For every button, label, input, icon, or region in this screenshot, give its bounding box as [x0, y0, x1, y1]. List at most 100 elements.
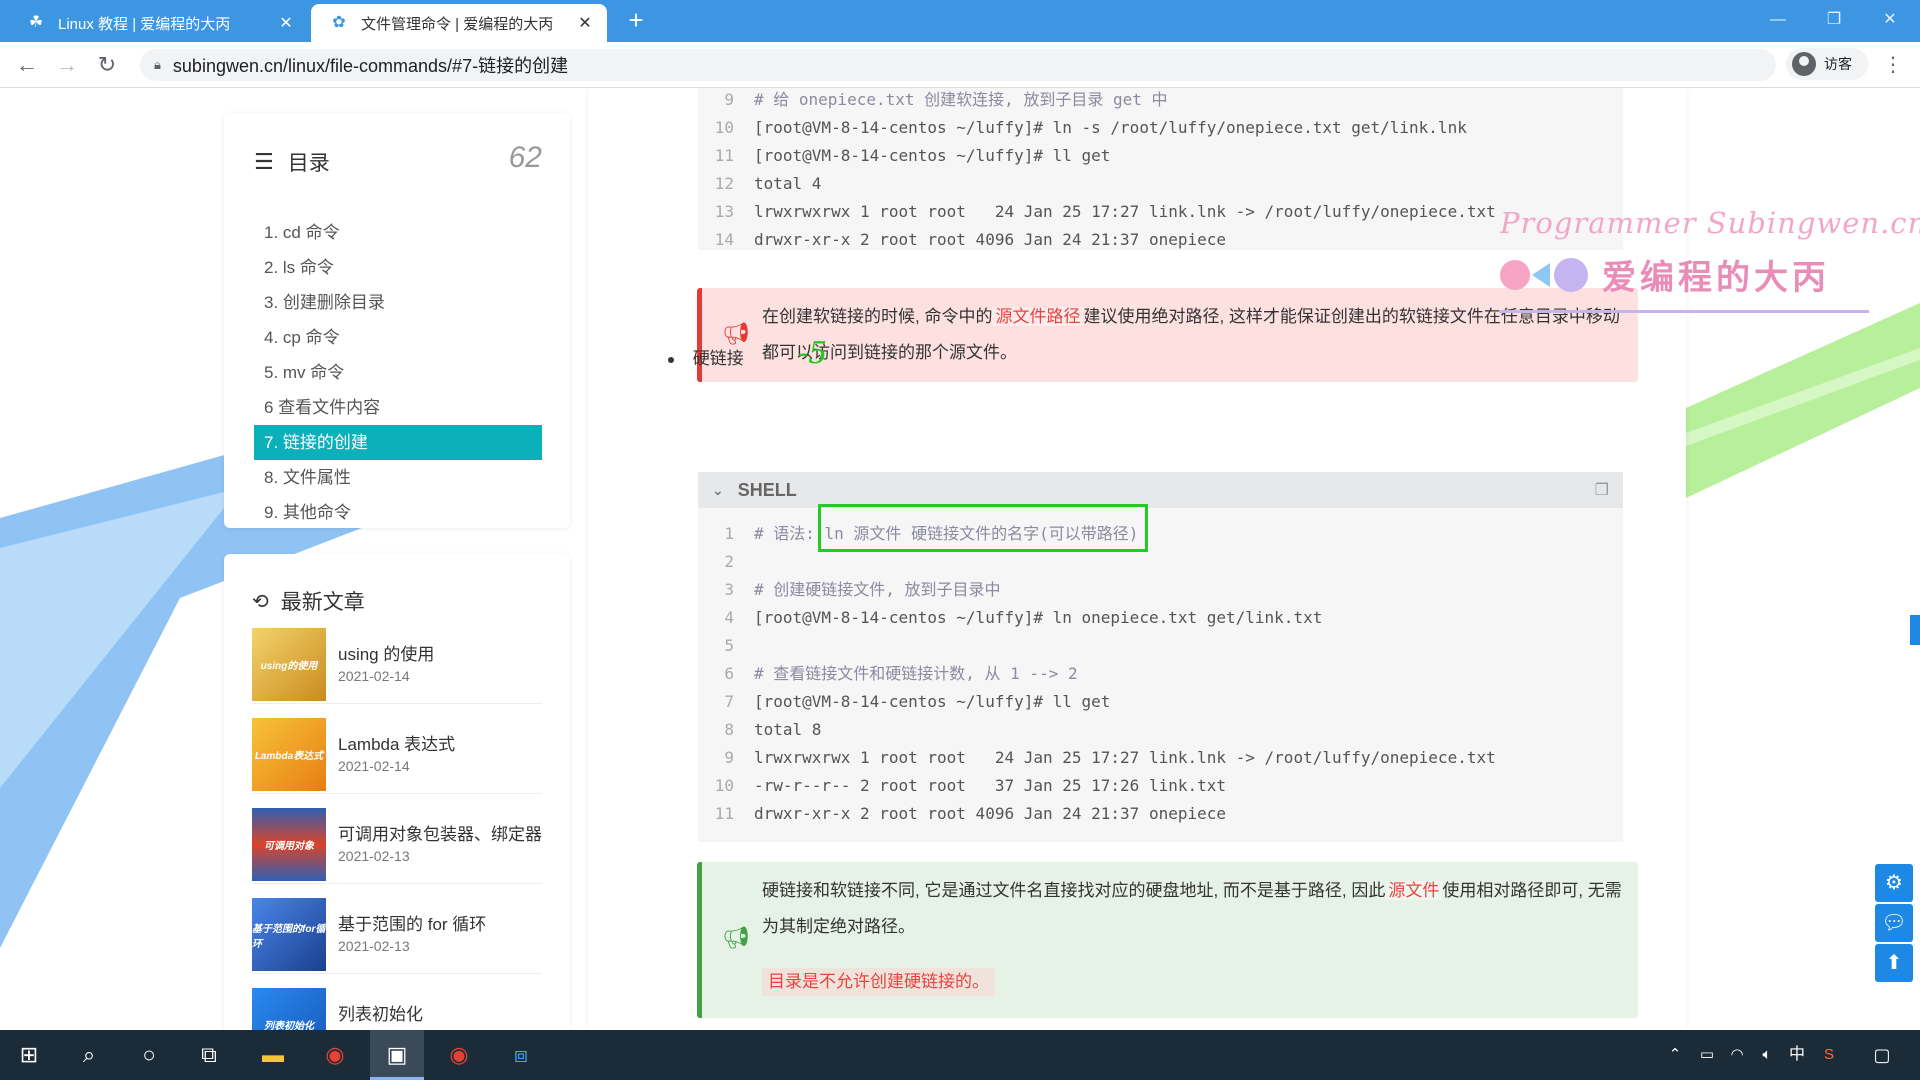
- battery-icon[interactable]: ▭: [1692, 1030, 1722, 1080]
- restore-window-icon[interactable]: ❐: [1806, 0, 1862, 40]
- post-thumbnail[interactable]: 基于范围的for循环: [252, 898, 326, 971]
- logo-triangle-icon: [1532, 262, 1550, 287]
- warning-text: 目录是不允许创建硬链接的。: [762, 968, 995, 996]
- toc-item-active[interactable]: 7. 链接的创建: [254, 425, 542, 460]
- tab-linux-tutorial[interactable]: ☘ Linux 教程 | 爱编程的大丙 ✕: [8, 4, 308, 42]
- note-warning-softlink: 📢︎ 在创建软链接的时候, 命令中的 源文件路径 建议使用绝对路径, 这样才能保证创…: [697, 288, 1638, 382]
- settings-gear-icon[interactable]: ⚙: [1875, 864, 1913, 902]
- new-tab-button[interactable]: +: [622, 6, 650, 34]
- site-watermark-logo: Programmer Subingwen.cn 爱编程的大丙: [1499, 206, 1920, 314]
- table-of-contents: ☰ 目录 62 1. cd 命令 2. ls 命令 3. 创建删除目录 4. c…: [224, 113, 570, 528]
- back-arrow-icon[interactable]: ←: [12, 50, 42, 80]
- toc-item[interactable]: 8. 文件属性: [254, 460, 542, 495]
- chat-icon[interactable]: 💬︎: [1875, 904, 1913, 942]
- tab-title: 文件管理命令 | 爱编程的大丙: [361, 15, 554, 33]
- code-line: 14 drwxr-xr-x 2 root root 4096 Jan 24 21:…: [714, 230, 1227, 249]
- sogou-ime-icon[interactable]: S: [1814, 1030, 1844, 1080]
- post-item[interactable]: 可调用对象 可调用对象包装器、绑定器 2021-02-13: [252, 808, 542, 884]
- toc-item[interactable]: 4. cp 命令: [254, 320, 542, 355]
- post-item[interactable]: 基于范围的for循环 基于范围的 for 循环 2021-02-13: [252, 898, 542, 974]
- toc-item[interactable]: 3. 创建删除目录: [254, 285, 542, 320]
- watermark-line2-row: 爱编程的大丙: [1500, 250, 1870, 299]
- code-line: 9 # 给 onepiece.txt 创建软连接, 放到子目录 get 中: [724, 90, 1168, 109]
- chrome-icon[interactable]: ◉: [308, 1030, 362, 1080]
- post-title[interactable]: 可调用对象包装器、绑定器: [338, 820, 542, 845]
- toc-item[interactable]: 9. 其他命令: [254, 495, 542, 530]
- code-block-softlink: 9 # 给 onepiece.txt 创建软连接, 放到子目录 get 中 10[…: [698, 88, 1623, 250]
- bullet-dot: [668, 356, 674, 363]
- code-line: 5: [724, 636, 734, 655]
- code-block-header: ⌄ SHELL ❐: [698, 472, 1623, 508]
- recent-title: 最新文章: [280, 591, 365, 614]
- ime-indicator[interactable]: 中: [1782, 1030, 1812, 1080]
- toc-item[interactable]: 1. cd 命令: [254, 215, 542, 250]
- watermark-underline: [1499, 310, 1869, 313]
- close-window-icon[interactable]: ✕: [1862, 0, 1918, 40]
- lock-icon[interactable]: 🔒︎: [154, 57, 161, 73]
- minimize-window-icon[interactable]: —: [1750, 0, 1806, 40]
- post-item[interactable]: 列表初始化 列表初始化: [252, 988, 542, 1030]
- toc-title: 目录: [287, 152, 330, 175]
- toc-header: ☰ 目录: [254, 147, 330, 177]
- cortana-icon[interactable]: ○: [122, 1030, 176, 1080]
- annotation-highlight-box: [818, 504, 1148, 552]
- reload-icon[interactable]: ↻: [92, 50, 122, 80]
- toc-item[interactable]: 2. ls 命令: [254, 250, 542, 285]
- remote-desktop-icon[interactable]: ⧈: [494, 1030, 548, 1080]
- highlight-text: 源文件路径: [992, 307, 1084, 326]
- close-tab-icon[interactable]: ✕: [276, 13, 296, 33]
- watermark-line1: Programmer Subingwen.cn: [1500, 206, 1920, 240]
- tab-file-commands[interactable]: ✿ 文件管理命令 | 爱编程的大丙 ✕: [311, 4, 607, 42]
- browser-menu-icon[interactable]: ⋮: [1880, 50, 1906, 80]
- recent-posts: ⟲ 最新文章 using的使用 using 的使用 2021-02-14 Lam…: [224, 554, 570, 1030]
- volume-icon[interactable]: 🔈︎: [1752, 1030, 1782, 1080]
- chrome-icon[interactable]: ◉: [432, 1030, 486, 1080]
- post-title[interactable]: 基于范围的 for 循环: [338, 910, 486, 935]
- toc-item[interactable]: 5. mv 命令: [254, 355, 542, 390]
- search-icon[interactable]: ⌕: [62, 1030, 116, 1080]
- code-block-hardlink: 1 # 语法: ln 源文件 硬链接文件的名字(可以带路径) 2 3 # 创建硬链接…: [698, 508, 1623, 842]
- wifi-icon[interactable]: ◠: [1722, 1030, 1752, 1080]
- code-line: 10 -rw-r--r-- 2 root root 37 Jan 25 17:26…: [714, 776, 1227, 795]
- post-title[interactable]: using 的使用: [338, 640, 434, 665]
- post-title[interactable]: Lambda 表达式: [338, 730, 455, 755]
- note-text: 在创建软链接的时候, 命令中的 源文件路径 建议使用绝对路径, 这样才能保证创建出的…: [762, 307, 1620, 362]
- logo-circle-icon: [1500, 259, 1530, 290]
- windows-start-icon[interactable]: ⊞: [2, 1030, 56, 1080]
- post-date: 2021-02-13: [338, 848, 410, 864]
- task-view-icon[interactable]: ⧉: [182, 1030, 236, 1080]
- post-date: 2021-02-13: [338, 938, 410, 954]
- tab-title: Linux 教程 | 爱编程的大丙: [58, 15, 231, 33]
- post-item[interactable]: Lambda表达式 Lambda 表达式 2021-02-14: [252, 718, 542, 794]
- close-tab-icon[interactable]: ✕: [575, 13, 595, 33]
- logo-circle-icon: [1554, 257, 1588, 292]
- bullet-item: 硬链接: [668, 344, 744, 369]
- profile-button[interactable]: 访客: [1786, 48, 1868, 80]
- post-thumbnail[interactable]: Lambda表达式: [252, 718, 326, 791]
- notifications-icon[interactable]: ▢: [1862, 1030, 1902, 1080]
- code-line: 6 # 查看链接文件和硬链接计数, 从 1 --> 2: [724, 664, 1078, 683]
- post-thumbnail[interactable]: 列表初始化: [252, 988, 326, 1030]
- show-hidden-icons-icon[interactable]: ⌃: [1660, 1030, 1690, 1080]
- code-line: 9 lrwxrwxrwx 1 root root 24 Jan 25 17:27 …: [724, 748, 1496, 767]
- code-line: 3 # 创建硬链接文件, 放到子目录中: [724, 580, 1001, 599]
- scroll-top-arrow-icon[interactable]: ⬆: [1875, 944, 1913, 982]
- post-thumbnail[interactable]: using的使用: [252, 628, 326, 701]
- chevron-down-icon[interactable]: ⌄: [712, 482, 724, 499]
- app-window-icon[interactable]: ▣: [370, 1030, 424, 1080]
- file-explorer-icon[interactable]: ▬: [246, 1030, 300, 1080]
- toc-list: 1. cd 命令 2. ls 命令 3. 创建删除目录 4. cp 命令 5. …: [254, 215, 542, 530]
- toc-count: 62: [508, 141, 542, 174]
- toc-item[interactable]: 6 查看文件内容: [254, 390, 542, 425]
- recent-header: ⟲ 最新文章: [252, 586, 365, 616]
- url-text: subingwen.cn/linux/file-commands/#7-链接的创…: [172, 56, 569, 76]
- note-text: 硬链接和软链接不同, 它是通过文件名直接找对应的硬盘地址, 而不是基于路径, 因…: [762, 881, 1622, 936]
- forward-arrow-icon[interactable]: →: [52, 50, 82, 80]
- history-icon: ⟲: [252, 590, 269, 613]
- post-thumbnail[interactable]: 可调用对象: [252, 808, 326, 881]
- address-bar[interactable]: 🔒︎ subingwen.cn/linux/file-commands/#7-链…: [140, 49, 1776, 81]
- post-item[interactable]: using的使用 using 的使用 2021-02-14: [252, 628, 542, 704]
- copy-icon[interactable]: ❐: [1595, 480, 1609, 500]
- code-line: 7 [root@VM-8-14-centos ~/luffy]# ll get: [724, 692, 1111, 711]
- post-title[interactable]: 列表初始化: [338, 1000, 423, 1025]
